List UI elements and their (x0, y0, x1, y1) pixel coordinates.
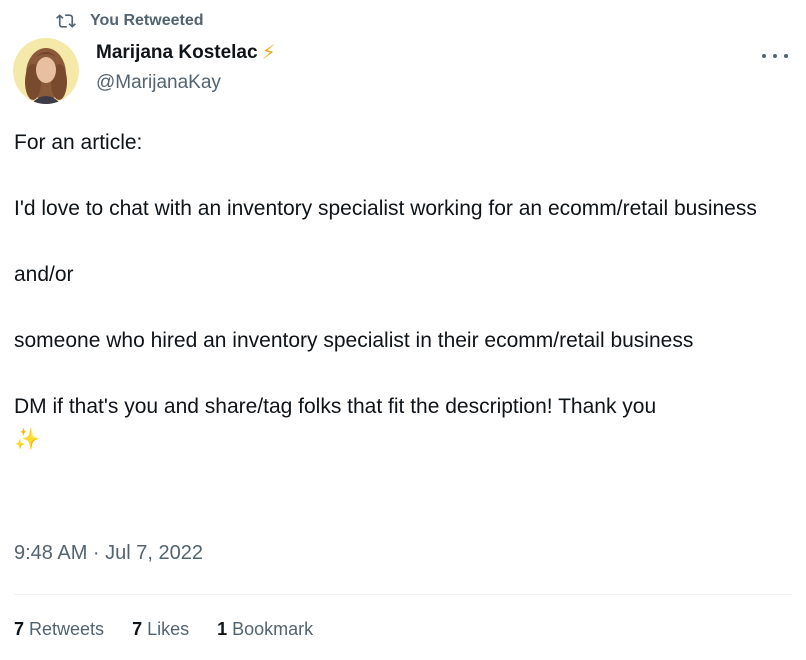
tweet-paragraph: I'd love to chat with an inventory speci… (14, 197, 757, 220)
bookmarks-label: Bookmark (232, 619, 314, 639)
likes-stat[interactable]: 7 Likes (132, 619, 189, 640)
retweet-icon (56, 14, 76, 28)
tweet-paragraph: someone who hired an inventory specialis… (14, 329, 694, 352)
bolt-emoji: ⚡ (261, 42, 276, 64)
likes-label: Likes (147, 619, 190, 639)
tweet-paragraph: and/or (14, 263, 74, 286)
more-dot (762, 54, 766, 58)
more-icon[interactable] (762, 46, 788, 66)
more-dot (784, 54, 788, 58)
avatar-image (13, 38, 79, 104)
avatar[interactable] (13, 38, 79, 104)
tweet-stats: 7 Retweets 7 Likes 1 Bookmark (14, 619, 313, 640)
sparkle-emoji: ✨ (14, 428, 41, 451)
bookmarks-count: 1 (217, 619, 228, 639)
retweets-stat[interactable]: 7 Retweets (14, 619, 104, 640)
more-dot (773, 54, 777, 58)
tweet-text: For an article: I'd love to chat with an… (14, 126, 784, 456)
tweet-timestamp[interactable]: 9:48 AM · Jul 7, 2022 (14, 542, 203, 565)
retweets-count: 7 (14, 619, 25, 639)
divider (14, 594, 792, 595)
bookmarks-stat[interactable]: 1 Bookmark (217, 619, 313, 640)
likes-count: 7 (132, 619, 143, 639)
retweet-banner-text: You Retweeted (90, 12, 204, 29)
author-handle[interactable]: @MarijanaKay (96, 72, 221, 94)
retweet-banner: You Retweeted (56, 10, 204, 32)
author-name-row: Marijana Kostelac ⚡ (96, 42, 276, 64)
author-display-name[interactable]: Marijana Kostelac (96, 42, 258, 64)
tweet-paragraph: For an article: (14, 131, 143, 154)
retweets-label: Retweets (29, 619, 105, 639)
tweet-paragraph: DM if that's you and share/tag folks tha… (14, 395, 657, 418)
